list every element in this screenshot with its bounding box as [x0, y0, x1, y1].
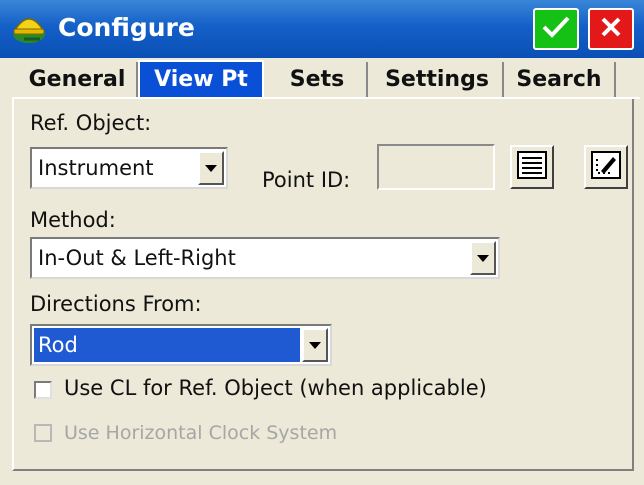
ok-button[interactable] — [533, 8, 579, 50]
ref-object-dropdown[interactable]: Instrument — [30, 147, 228, 189]
chevron-down-icon[interactable] — [470, 241, 496, 275]
window-title: Configure — [58, 13, 195, 42]
directions-from-value: Rod — [38, 333, 78, 357]
close-button[interactable] — [588, 8, 634, 50]
ref-object-label: Ref. Object: — [30, 111, 152, 135]
tab-search[interactable]: Search — [504, 62, 616, 98]
list-button[interactable] — [510, 145, 554, 189]
use-cl-label[interactable]: Use CL for Ref. Object (when applicable) — [64, 376, 487, 400]
point-id-input[interactable] — [377, 144, 495, 190]
map-pick-button[interactable] — [584, 145, 628, 189]
map-pick-icon — [591, 151, 621, 183]
directions-from-label: Directions From: — [30, 292, 202, 316]
point-id-label: Point ID: — [262, 168, 351, 192]
method-value: In-Out & Left-Right — [38, 246, 236, 270]
checkmark-icon — [541, 14, 571, 44]
tab-general[interactable]: General — [18, 62, 138, 98]
use-cl-checkbox[interactable] — [34, 381, 52, 399]
use-clock-checkbox — [34, 424, 52, 442]
list-icon — [517, 151, 547, 183]
method-label: Method: — [30, 208, 116, 232]
tab-view-pt[interactable]: View Pt — [138, 60, 264, 98]
survey-helmet-icon — [10, 10, 48, 48]
method-dropdown[interactable]: In-Out & Left-Right — [30, 237, 500, 279]
use-clock-label: Use Horizontal Clock System — [64, 422, 338, 444]
directions-from-dropdown[interactable]: Rod — [30, 324, 332, 366]
title-bar: Configure — [0, 0, 644, 58]
tab-settings[interactable]: Settings — [372, 62, 504, 98]
ref-object-value: Instrument — [38, 156, 154, 180]
tab-sets[interactable]: Sets — [268, 62, 368, 98]
chevron-down-icon[interactable] — [302, 328, 328, 362]
chevron-down-icon[interactable] — [198, 151, 224, 185]
close-icon — [599, 15, 623, 43]
